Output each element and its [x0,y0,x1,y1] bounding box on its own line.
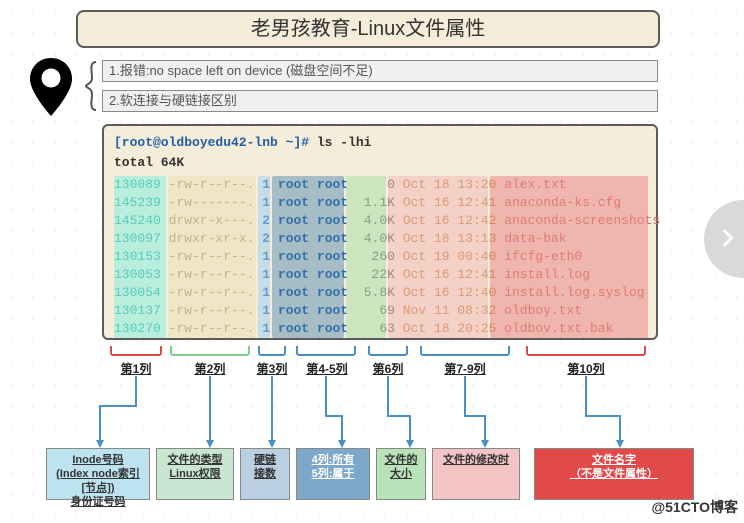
legend-boxes: Inode号码(Index node索引[节点])身份证号码 文件的类型Linu… [46,448,728,508]
label-col79: 第7-9列 [426,360,504,377]
listing-row: 145239 -rw-------. 1 root root 1.1K Oct … [114,194,646,212]
label-col10: 第10列 [540,360,632,377]
listing-rows: 130089 -rw-r--r--. 1 root root 0 Oct 18 … [114,176,646,338]
listing-row: 130089 -rw-r--r--. 1 root root 0 Oct 18 … [114,176,646,194]
listing-row: 145240 drwxr-x---. 2 root root 4.0K Oct … [114,212,646,230]
legend-type-perm: 文件的类型Linux权限 [156,448,234,500]
listing-row: 130097 drwxr-xr-x. 2 root root 4.0K Oct … [114,230,646,248]
total-line: total 64K [114,154,646,172]
shell-command: ls -lhi [317,135,372,150]
legend-size: 文件的大小 [376,448,426,500]
label-col45: 第4-5列 [292,360,362,377]
legend-mtime: 文件的修改时 [432,448,520,500]
label-col6: 第6列 [364,360,412,377]
location-pin-icon [28,58,74,116]
note-line-1: 1.报错:no space left on device (磁盘空间不足) [102,60,658,82]
shell-prompt: [root@oldboyedu42-lnb ~]# [114,135,309,150]
label-col1: 第1列 [110,360,162,377]
listing-row: 130270 -rw-r--r--. 1 root root 63 Oct 18… [114,320,646,338]
watermark: @51CTO博客 [651,497,738,517]
page-title: 老男孩教育-Linux文件属性 [76,10,660,48]
listing-row: 130054 -rw-r--r--. 1 root root 5.8K Oct … [114,284,646,302]
legend-inode: Inode号码(Index node索引[节点])身份证号码 [46,448,150,500]
column-labels: 第1列 第2列 第3列 第4-5列 第6列 第7-9列 第10列 [110,346,666,386]
legend-owner: 4列:所有5列:属于 [296,448,370,500]
curly-brace-icon [84,60,98,112]
legend-filename: 文件名字（不是文件属性） [534,448,694,500]
listing-row: 130137 -rw-r--r--. 1 root root 69 Nov 11… [114,302,646,320]
label-col2: 第2列 [170,360,250,377]
note-line-2: 2.软连接与硬链接区别 [102,90,658,112]
listing-row: 130053 -rw-r--r--. 1 root root 22K Oct 1… [114,266,646,284]
legend-links: 硬链接数 [240,448,290,500]
terminal-output: [root@oldboyedu42-lnb ~]# ls -lhi total … [102,124,658,340]
chevron-right-icon [719,229,737,250]
listing-row: 130153 -rw-r--r--. 1 root root 260 Oct 1… [114,248,646,266]
label-col3: 第3列 [250,360,294,377]
